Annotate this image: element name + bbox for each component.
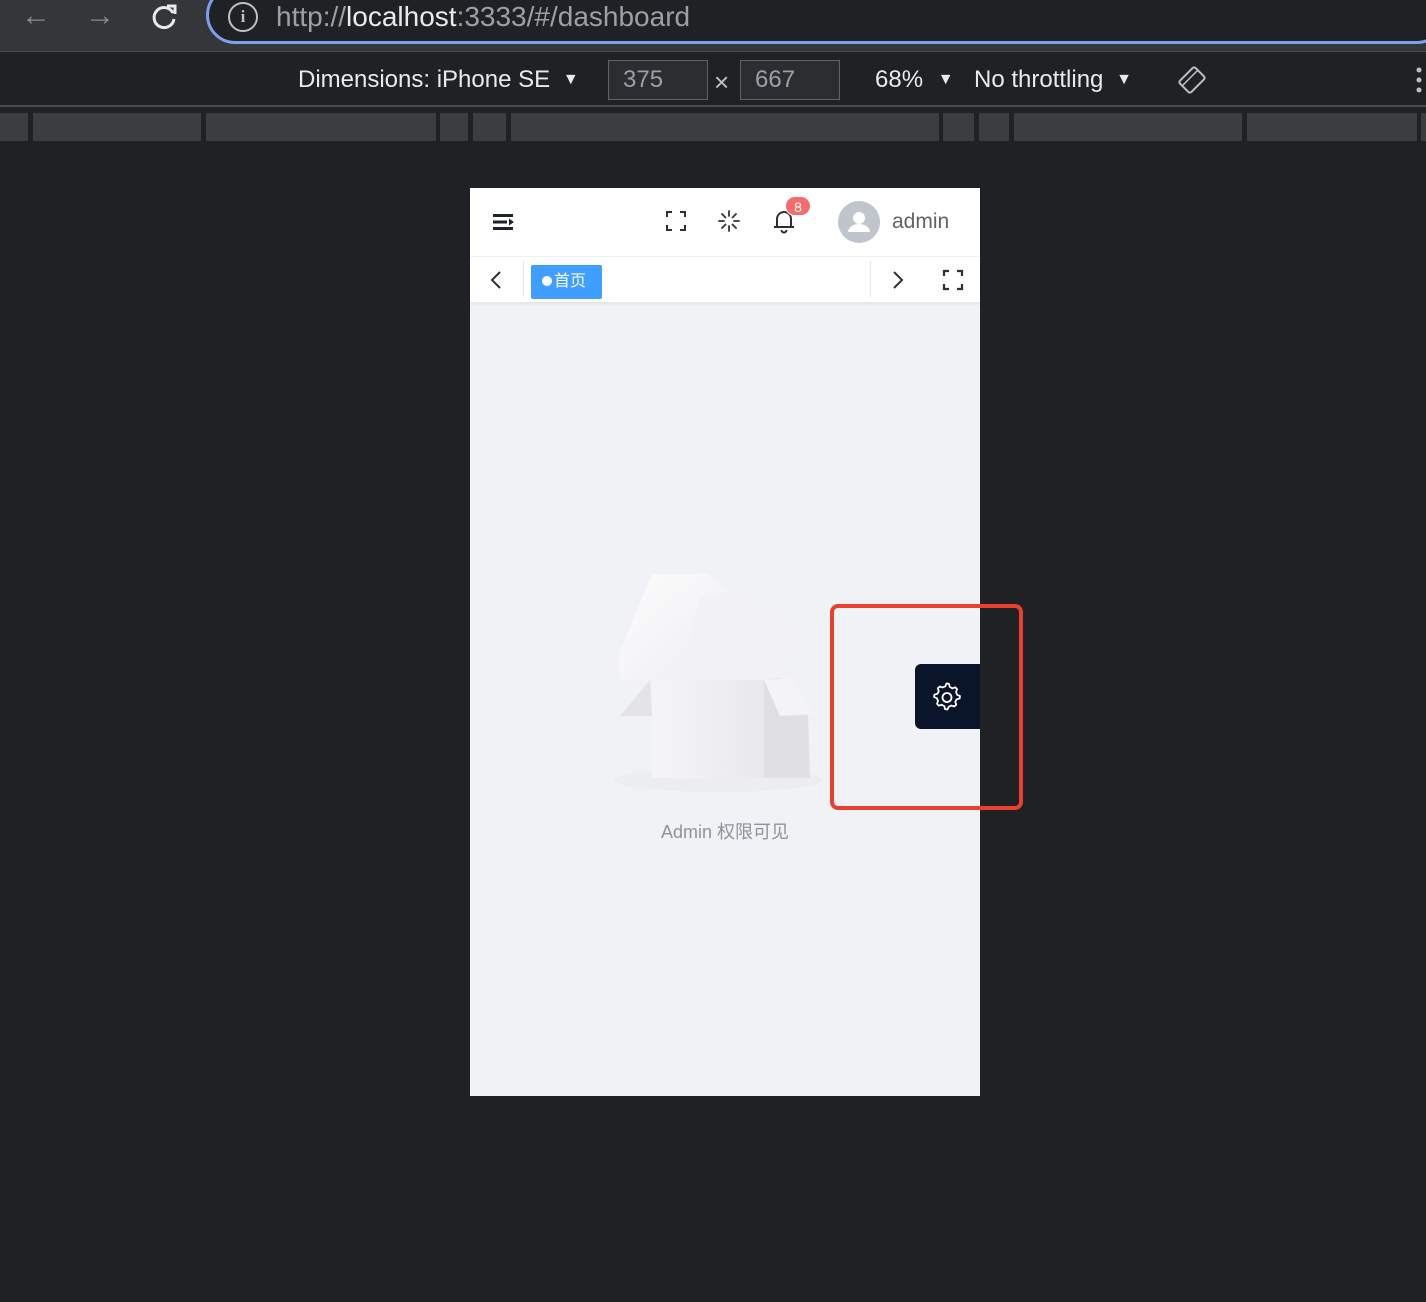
reload-icon[interactable] [144, 0, 184, 34]
times-symbol: × [714, 67, 730, 97]
loading-refresh-icon[interactable] [717, 209, 741, 233]
empty-box-illustration [614, 574, 822, 792]
highlight-annotation [830, 604, 1023, 810]
back-arrow-icon[interactable]: ← [16, 0, 56, 34]
tabs-divider [870, 261, 871, 297]
site-info-icon[interactable]: i [228, 2, 258, 32]
zoom-select[interactable]: 68% ▼ [875, 66, 954, 94]
ruler-segment[interactable] [440, 113, 468, 141]
ruler-segment[interactable] [979, 113, 1009, 141]
expand-icon[interactable] [941, 268, 965, 292]
height-input[interactable]: 667 [740, 60, 840, 100]
browser-toolbar: ← → i http://localhost:3333/#/dashboard [0, 0, 1426, 52]
menu-fold-icon[interactable] [493, 212, 515, 232]
throttling-select[interactable]: No throttling ▼ [974, 66, 1132, 94]
fullscreen-icon[interactable] [664, 209, 688, 233]
ruler-segment[interactable] [511, 113, 939, 141]
active-dot-icon [542, 276, 552, 286]
empty-description: Admin 权限可见 [660, 822, 790, 842]
more-options-icon[interactable] [1414, 66, 1424, 94]
ruler-segment[interactable] [1014, 113, 1242, 141]
ruler-segment[interactable] [473, 113, 506, 141]
chevron-right-icon[interactable] [891, 270, 905, 290]
dropdown-arrow-icon: ▼ [937, 71, 954, 88]
tab-label: 首页 [554, 273, 587, 290]
tab-home[interactable]: 首页 [531, 265, 602, 299]
app-header: 8 admin [470, 188, 980, 256]
username-label[interactable]: admin [892, 209, 949, 235]
dropdown-arrow-icon: ▼ [1116, 71, 1132, 88]
ruler-segment[interactable] [0, 113, 28, 141]
user-icon [848, 212, 870, 232]
ruler-segment[interactable] [33, 113, 201, 141]
forward-arrow-icon[interactable]: → [80, 0, 120, 34]
url-text[interactable]: http://localhost:3333/#/dashboard [276, 0, 690, 34]
rotate-device-icon[interactable] [1178, 66, 1206, 94]
avatar[interactable] [838, 201, 880, 243]
ruler-segment[interactable] [1247, 113, 1417, 141]
ruler-segment[interactable] [1421, 113, 1426, 141]
device-toolbar: Dimensions: iPhone SE ▼ 375 × 667 68% ▼ … [0, 53, 1426, 107]
tags-view-bar: 首页 [470, 256, 980, 302]
media-query-ruler [0, 109, 1426, 144]
ruler-segment[interactable] [943, 113, 974, 141]
ruler-segment[interactable] [206, 113, 436, 141]
dropdown-arrow-icon: ▼ [562, 71, 579, 88]
notification-badge: 8 [785, 196, 811, 216]
tabs-divider [523, 261, 524, 297]
device-dimensions-select[interactable]: Dimensions: iPhone SE ▼ [298, 66, 579, 94]
chevron-left-icon[interactable] [489, 270, 503, 290]
width-input[interactable]: 375 [608, 60, 708, 100]
